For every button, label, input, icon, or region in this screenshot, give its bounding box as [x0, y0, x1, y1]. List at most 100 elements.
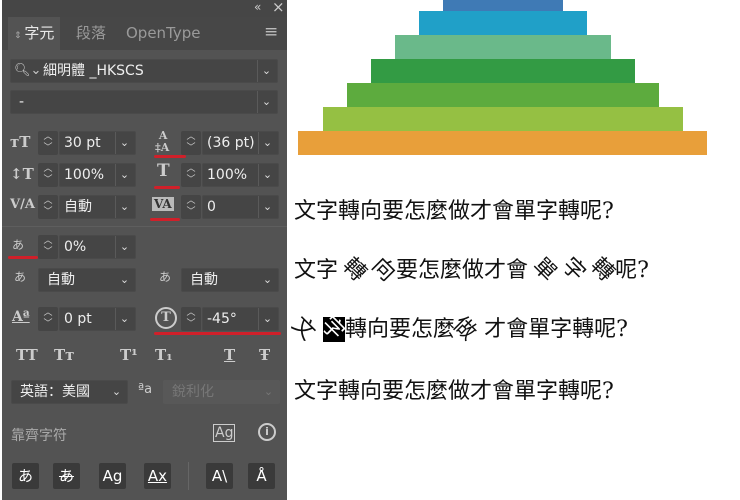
text-line-4[interactable]: 文字轉向要怎麼做才會單字轉呢?	[294, 373, 614, 405]
panel-tabs: ⇕ 字元 段落 OpenType ≡	[2, 17, 287, 50]
font-size-value: 30 pt	[64, 135, 101, 151]
tab-paragraph[interactable]: 段落	[70, 17, 112, 50]
aki-right-icon: あ	[159, 270, 172, 284]
pyramid-layer	[443, 0, 563, 11]
snap-label: 靠齊字符	[11, 428, 67, 444]
character-rotation-icon: T	[155, 307, 177, 329]
pyramid-layer	[347, 83, 659, 107]
anti-alias-dropdown: 銳利化 ⌄	[163, 380, 280, 404]
all-caps-button[interactable]: TT	[16, 346, 38, 364]
aki-left-icon: あ	[14, 270, 27, 284]
pyramid-layer	[298, 131, 707, 155]
chevron-down-icon[interactable]: ⌄	[256, 91, 277, 113]
baseline-shift-stepper[interactable]: ︿ ﹀	[38, 307, 58, 331]
info-icon[interactable]: i	[258, 423, 276, 441]
character-rotation-field[interactable]: -45° ⌄	[202, 307, 279, 331]
pyramid-layer	[371, 59, 635, 83]
superscript-button[interactable]: T¹	[120, 346, 138, 364]
text-run: 要怎麼做才會	[396, 258, 529, 283]
pyramid-layer	[395, 35, 611, 59]
chevron-down-icon: ⌄	[111, 385, 122, 398]
chevron-down-icon: ⌄	[262, 273, 273, 286]
kerning-stepper[interactable]: ︿ ﹀	[38, 195, 58, 219]
horizontal-scale-field[interactable]: 100% ⌄	[202, 163, 279, 187]
tracking-field[interactable]: 0 ⌄	[202, 195, 279, 219]
character-rotation-value: -45°	[207, 311, 237, 327]
baseline-shift-icon: Aª	[12, 309, 30, 325]
chevron-down-icon[interactable]: ⌄	[257, 196, 278, 218]
font-style-field[interactable]: - ⌄	[10, 90, 278, 114]
tab-opentype[interactable]: OpenType	[120, 17, 207, 50]
text-line-2[interactable]: 文字 轉 向要怎麼做才會 單 字 轉呢?	[294, 252, 649, 286]
tsume-icon: あ	[12, 238, 25, 252]
tsume-field[interactable]: 0% ⌄	[59, 235, 136, 259]
chevron-down-icon[interactable]: ⌄	[114, 308, 135, 330]
snap-glyph-bounds-button[interactable]: Ag	[99, 463, 126, 489]
tab-label: 字元	[24, 24, 55, 42]
text-line-3[interactable]: 文 字轉向要怎麼做 才會單字轉呢?	[287, 311, 628, 345]
chevron-down-icon[interactable]: ⌄	[114, 164, 135, 186]
baseline-shift-field[interactable]: 0 pt ⌄	[59, 307, 136, 331]
font-family-value: 細明體 _HKSCS	[43, 63, 144, 79]
vertical-scale-field[interactable]: 100% ⌄	[59, 163, 136, 187]
tracking-value: 0	[207, 199, 216, 215]
font-family-field[interactable]: 🔍︎⌄ 細明體 _HKSCS ⌄	[10, 59, 278, 83]
snap-angular-button[interactable]: A\	[206, 463, 233, 489]
aki-left-dropdown[interactable]: 自動 ⌄	[38, 268, 136, 292]
leading-icon: A ‡A	[155, 129, 170, 154]
horizontal-scale-icon: T	[157, 161, 170, 181]
strikethrough-button[interactable]: Ŧ	[259, 346, 270, 364]
kerning-value: 自動	[64, 199, 92, 215]
leading-field[interactable]: (36 pt) ⌄	[202, 131, 279, 155]
pyramid-layer	[323, 107, 683, 131]
close-icon[interactable]: ×	[272, 0, 285, 16]
font-style-value: -	[19, 94, 25, 110]
text-run: 才會單字轉呢?	[484, 317, 628, 342]
chevron-down-icon[interactable]: ⌄	[114, 196, 135, 218]
tracking-stepper[interactable]: ︿ ﹀	[181, 195, 201, 219]
font-size-field[interactable]: 30 pt ⌄	[59, 131, 136, 155]
snap-anchor-button[interactable]: Å	[248, 463, 275, 489]
vertical-scale-stepper[interactable]: ︿ ﹀	[38, 163, 58, 187]
text-run: 文字	[294, 258, 339, 283]
vertical-scale-icon: ↕T	[10, 165, 34, 183]
underline-button[interactable]: T	[224, 346, 235, 364]
chevron-down-icon: ⌄	[263, 385, 274, 398]
vertical-scale-value: 100%	[64, 167, 105, 183]
text-line-1[interactable]: 文字轉向要怎麼做才會單字轉呢?	[294, 193, 614, 225]
chevron-down-icon[interactable]: ⌄	[257, 308, 278, 330]
panel-menu-icon[interactable]: ≡	[264, 22, 278, 42]
aki-left-value: 自動	[47, 272, 75, 288]
anti-alias-icon: ªa	[138, 382, 153, 397]
snap-em-box-button[interactable]: あ	[12, 463, 39, 489]
font-size-stepper[interactable]: ︿ ﹀	[38, 131, 58, 155]
tab-character[interactable]: ⇕ 字元	[8, 17, 61, 50]
chevron-down-icon[interactable]: ⌄	[257, 164, 278, 186]
character-panel: « × ⇕ 字元 段落 OpenType ≡ 🔍︎⌄ 細明體 _HKSCS ⌄ …	[2, 0, 287, 500]
subscript-button[interactable]: T₁	[155, 346, 173, 364]
snap-icf-button[interactable]: あ	[53, 463, 80, 489]
chevron-down-icon[interactable]: ⌄	[114, 236, 135, 258]
tsume-value: 0%	[64, 239, 87, 255]
tracking-icon: VA	[152, 197, 174, 211]
character-rotation-stepper[interactable]: ︿ ﹀	[181, 307, 201, 331]
chevron-down-icon: ⌄	[119, 273, 130, 286]
snap-baseline-button[interactable]: Ax	[144, 463, 171, 489]
aki-right-dropdown[interactable]: 自動 ⌄	[181, 268, 279, 292]
font-size-icon: ᴛT	[10, 133, 31, 151]
aki-right-value: 自動	[190, 272, 218, 288]
leading-value: (36 pt)	[207, 135, 255, 151]
pyramid-layer	[419, 11, 587, 35]
kerning-icon: V/A	[10, 197, 35, 212]
small-caps-button[interactable]: Tт	[54, 346, 74, 364]
chevron-down-icon[interactable]: ⌄	[114, 132, 135, 154]
horizontal-scale-stepper[interactable]: ︿ ﹀	[181, 163, 201, 187]
leading-stepper[interactable]: ︿ ﹀	[181, 131, 201, 155]
language-dropdown[interactable]: 英語：美國 ⌄	[11, 380, 128, 404]
tsume-stepper[interactable]: ︿ ﹀	[38, 235, 58, 259]
kerning-field[interactable]: 自動 ⌄	[59, 195, 136, 219]
snap-glyph-icon[interactable]: Ag	[213, 424, 236, 442]
collapse-icon[interactable]: «	[254, 0, 261, 14]
chevron-down-icon[interactable]: ⌄	[256, 60, 277, 82]
chevron-down-icon[interactable]: ⌄	[257, 132, 278, 154]
